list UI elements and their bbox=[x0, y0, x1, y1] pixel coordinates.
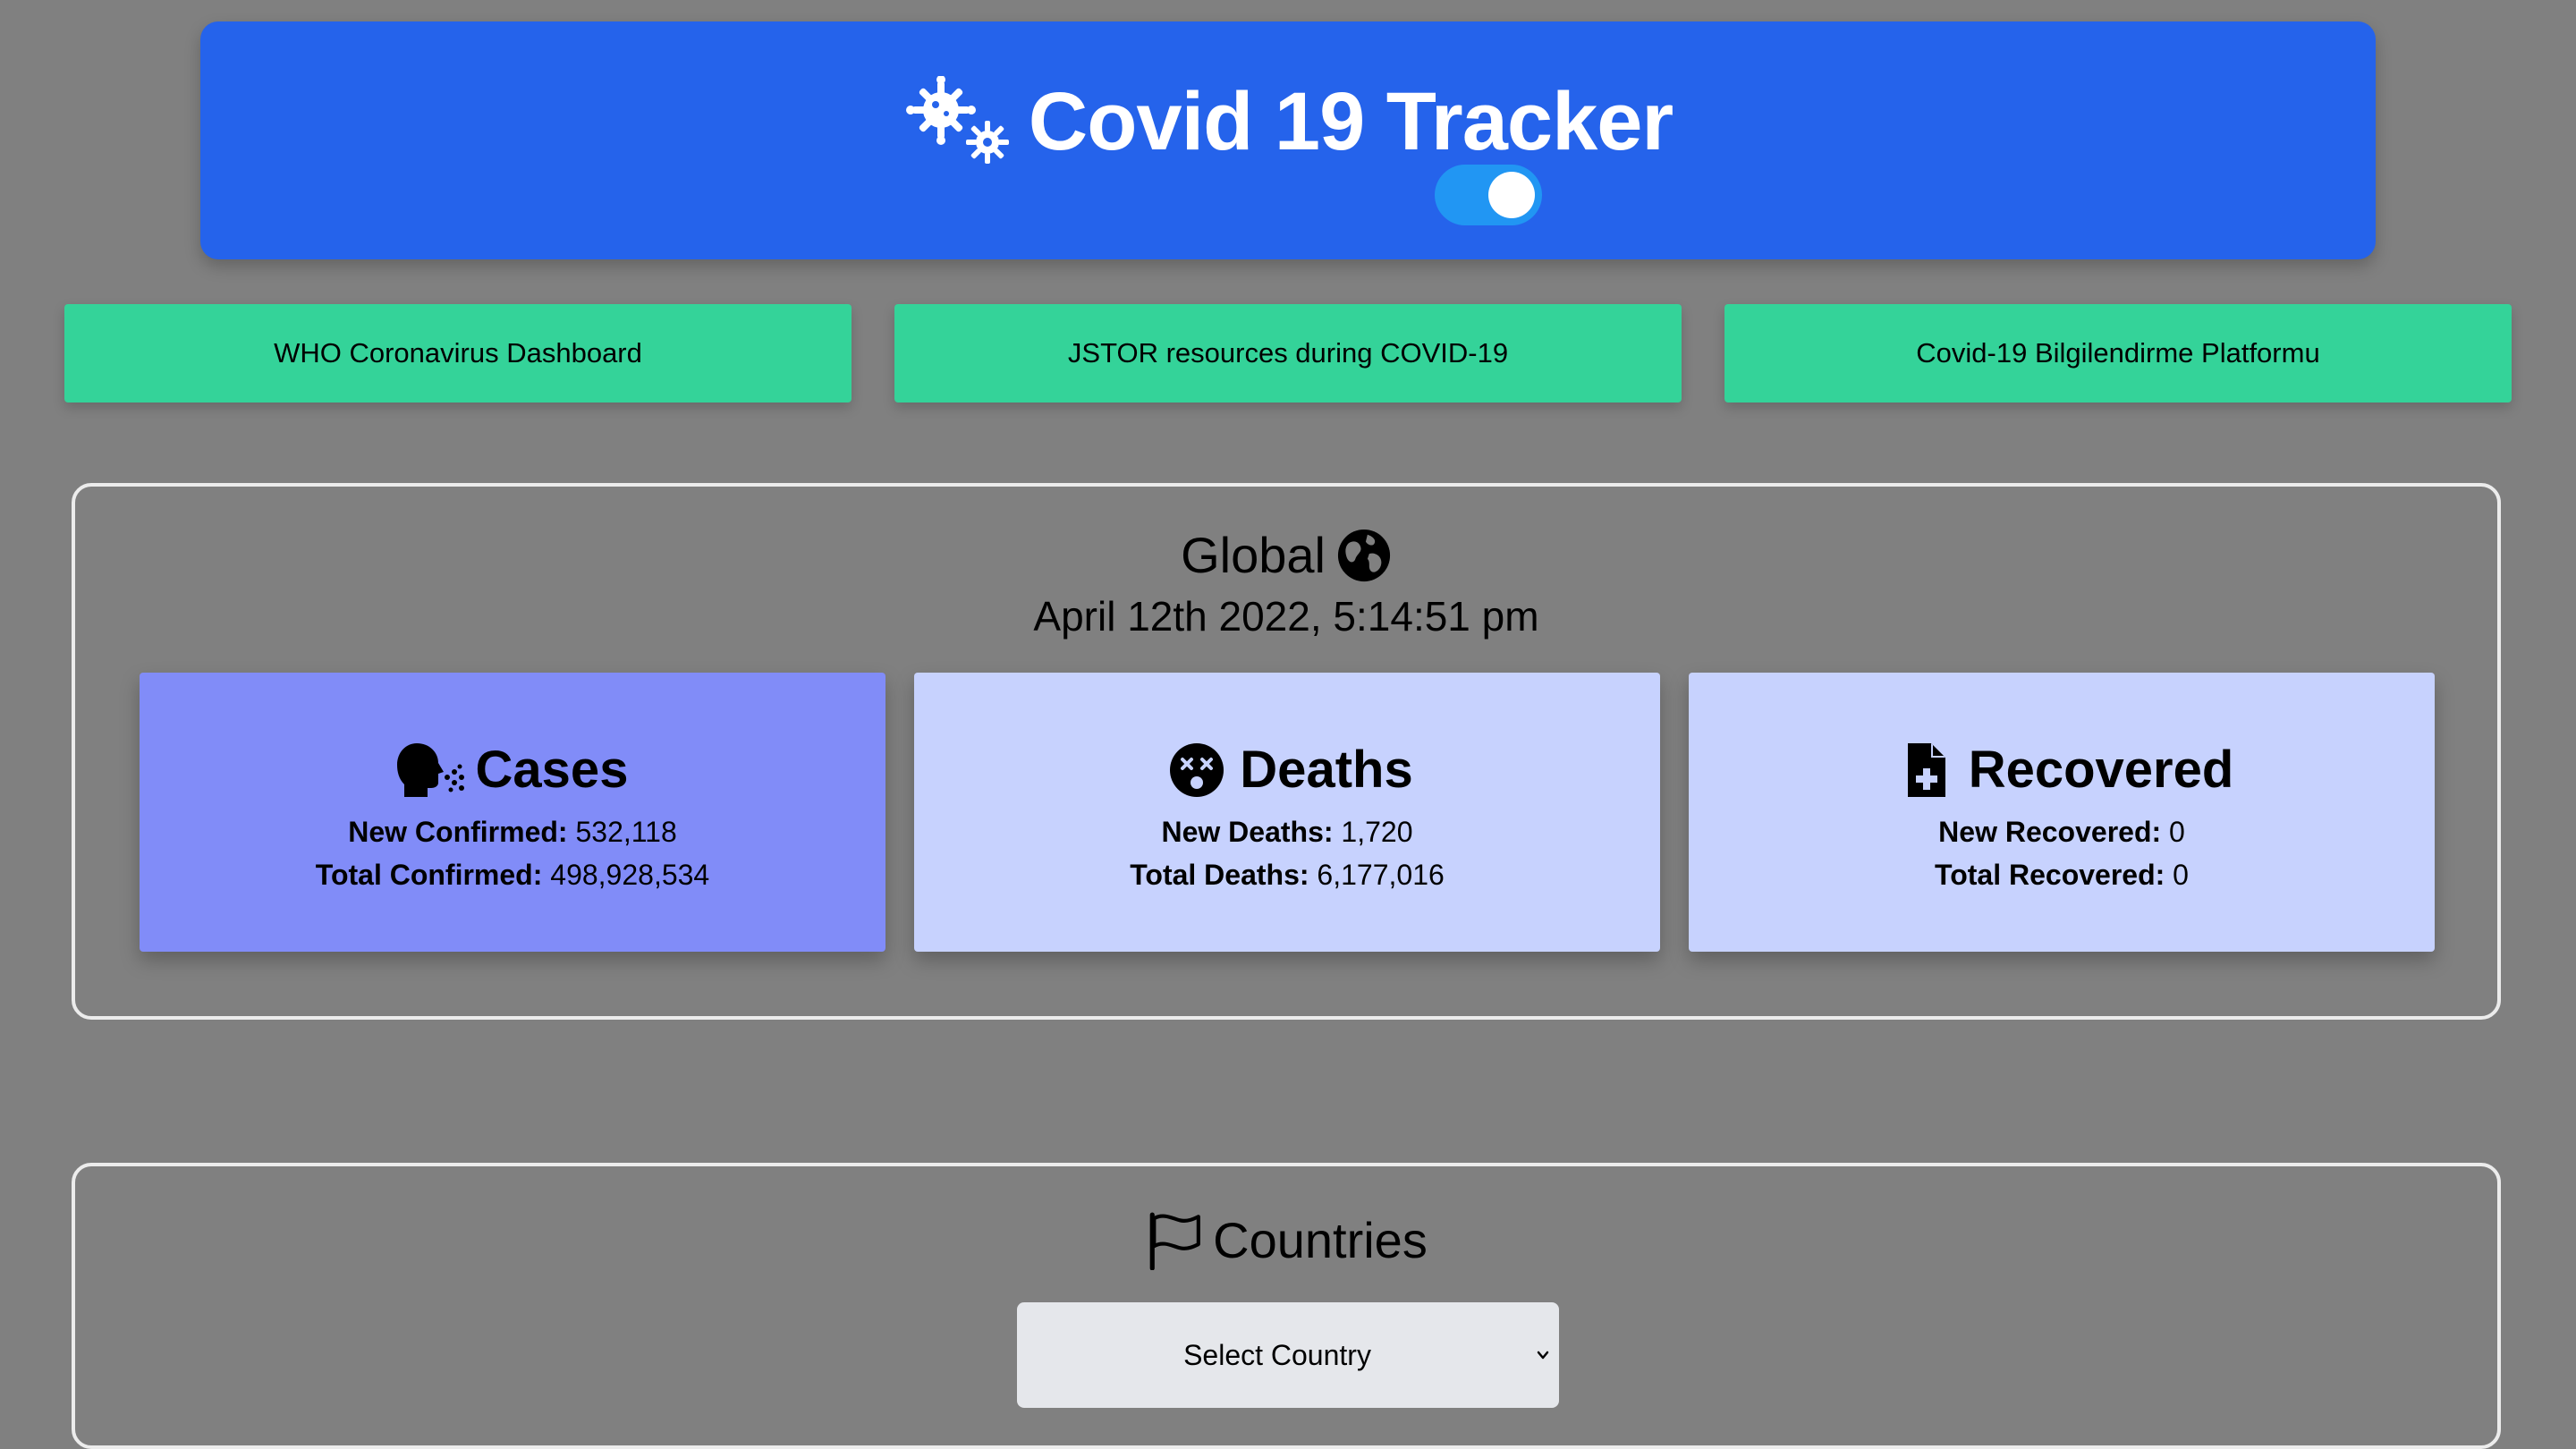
total-confirmed-value: 498,928,534 bbox=[550, 859, 710, 891]
title-row: Covid 19 Tracker bbox=[200, 68, 2376, 175]
virus-icon bbox=[905, 76, 1009, 164]
deaths-card[interactable]: Deaths New Deaths: 1,720 Total Deaths: 6… bbox=[914, 673, 1660, 952]
recovered-title: Recovered bbox=[1968, 741, 2234, 799]
country-select[interactable]: Select Country bbox=[1017, 1302, 1559, 1408]
new-recovered-value: 0 bbox=[2169, 816, 2185, 848]
jstor-resources-link[interactable]: JSTOR resources during COVID-19 bbox=[894, 304, 1682, 402]
new-confirmed-label: New Confirmed: bbox=[348, 816, 568, 848]
chevron-down-icon bbox=[1537, 1351, 1549, 1360]
global-section: Global April 12th 2022, 5:14:51 pm Cases bbox=[72, 483, 2501, 1020]
new-deaths: New Deaths: 1,720 bbox=[914, 818, 1660, 846]
countries-heading: Countries bbox=[75, 1211, 2497, 1270]
new-recovered: New Recovered: 0 bbox=[1689, 818, 2435, 846]
total-confirmed-label: Total Confirmed: bbox=[315, 859, 543, 891]
theme-toggle[interactable] bbox=[1435, 165, 1542, 225]
medical-file-icon bbox=[1907, 743, 1945, 797]
app-header: Covid 19 Tracker bbox=[200, 21, 2376, 259]
new-deaths-label: New Deaths: bbox=[1161, 816, 1334, 848]
head-cough-icon bbox=[396, 743, 464, 797]
total-confirmed: Total Confirmed: 498,928,534 bbox=[140, 860, 886, 889]
new-recovered-label: New Recovered: bbox=[1938, 816, 2162, 848]
cases-card[interactable]: Cases New Confirmed: 532,118 Total Confi… bbox=[140, 673, 886, 952]
cases-card-header: Cases bbox=[140, 739, 886, 801]
total-deaths-label: Total Deaths: bbox=[1130, 859, 1309, 891]
toggle-knob bbox=[1488, 172, 1535, 218]
global-date: April 12th 2022, 5:14:51 pm bbox=[1033, 593, 1539, 640]
dizzy-face-icon bbox=[1170, 743, 1224, 797]
flag-icon bbox=[1149, 1212, 1201, 1270]
new-confirmed-value: 532,118 bbox=[575, 816, 677, 848]
recovered-card[interactable]: Recovered New Recovered: 0 Total Recover… bbox=[1689, 673, 2435, 952]
total-deaths-value: 6,177,016 bbox=[1317, 859, 1445, 891]
who-dashboard-link[interactable]: WHO Coronavirus Dashboard bbox=[64, 304, 852, 402]
total-recovered-label: Total Recovered: bbox=[1935, 859, 2165, 891]
new-confirmed: New Confirmed: 532,118 bbox=[140, 818, 886, 846]
recovered-card-header: Recovered bbox=[1689, 739, 2435, 801]
app-title: Covid 19 Tracker bbox=[1028, 76, 1674, 167]
country-select-value: Select Country bbox=[1183, 1338, 1371, 1371]
deaths-title: Deaths bbox=[1240, 741, 1413, 799]
global-title: Global bbox=[1181, 527, 1326, 583]
bilgilendirme-platform-link[interactable]: Covid-19 Bilgilendirme Platformu bbox=[1724, 304, 2512, 402]
new-deaths-value: 1,720 bbox=[1341, 816, 1413, 848]
countries-title: Countries bbox=[1213, 1212, 1428, 1268]
cases-title: Cases bbox=[475, 741, 629, 799]
total-deaths: Total Deaths: 6,177,016 bbox=[914, 860, 1660, 889]
deaths-card-header: Deaths bbox=[914, 739, 1660, 801]
total-recovered: Total Recovered: 0 bbox=[1689, 860, 2435, 889]
countries-section: Countries Select Country bbox=[72, 1163, 2501, 1449]
global-heading: Global bbox=[75, 528, 2497, 583]
total-recovered-value: 0 bbox=[2173, 859, 2189, 891]
globe-icon bbox=[1337, 529, 1390, 582]
